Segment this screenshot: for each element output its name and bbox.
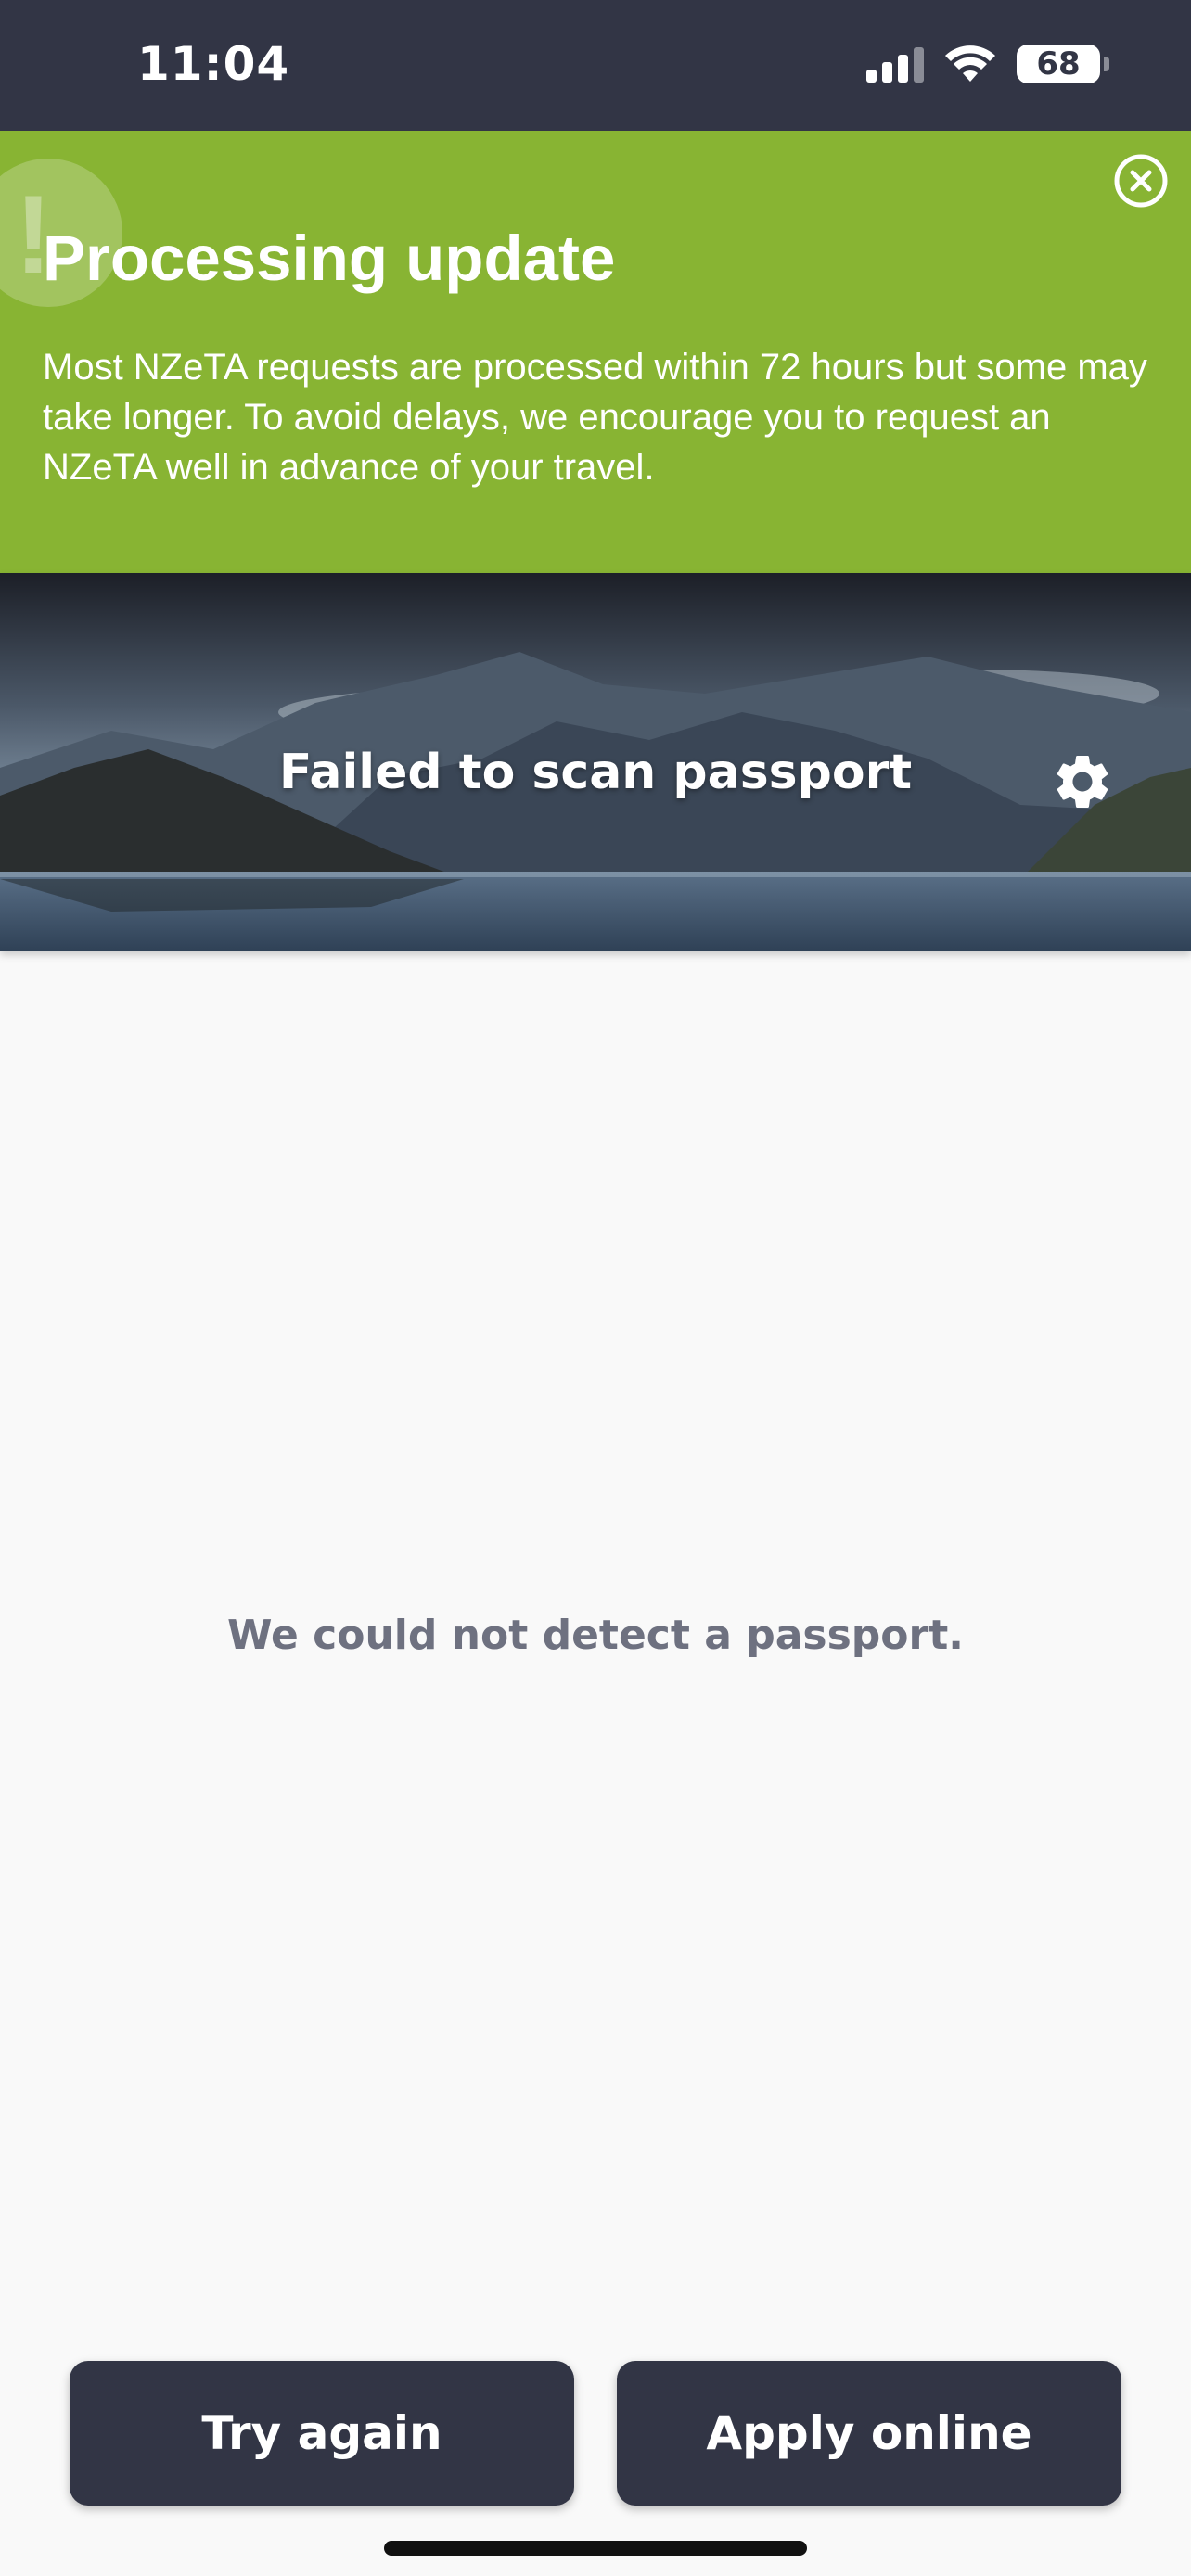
alert-title: Processing update <box>43 223 616 294</box>
header-banner: Failed to scan passport <box>0 573 1191 951</box>
close-icon[interactable] <box>1113 153 1169 209</box>
status-time: 11:04 <box>137 37 290 91</box>
alert-body: Most NZeTA requests are processed within… <box>43 347 1147 488</box>
page-title: Failed to scan passport <box>278 745 913 800</box>
battery-level: 68 <box>1036 45 1081 83</box>
battery-icon: 68 <box>1017 45 1109 83</box>
gear-icon[interactable] <box>1050 749 1115 814</box>
processing-update-banner: ! Processing update Most NZeTA requests … <box>0 131 1191 573</box>
error-message: We could not detect a passport. <box>227 1612 964 1659</box>
wifi-icon <box>945 45 995 82</box>
apply-online-button[interactable]: Apply online <box>617 2361 1121 2506</box>
battery-nub <box>1104 57 1109 71</box>
status-bar: 11:04 68 <box>0 0 1191 131</box>
status-icons: 68 <box>866 45 1109 83</box>
signal-icon <box>866 45 924 83</box>
try-again-button[interactable]: Try again <box>70 2361 574 2506</box>
home-indicator <box>384 2541 807 2556</box>
